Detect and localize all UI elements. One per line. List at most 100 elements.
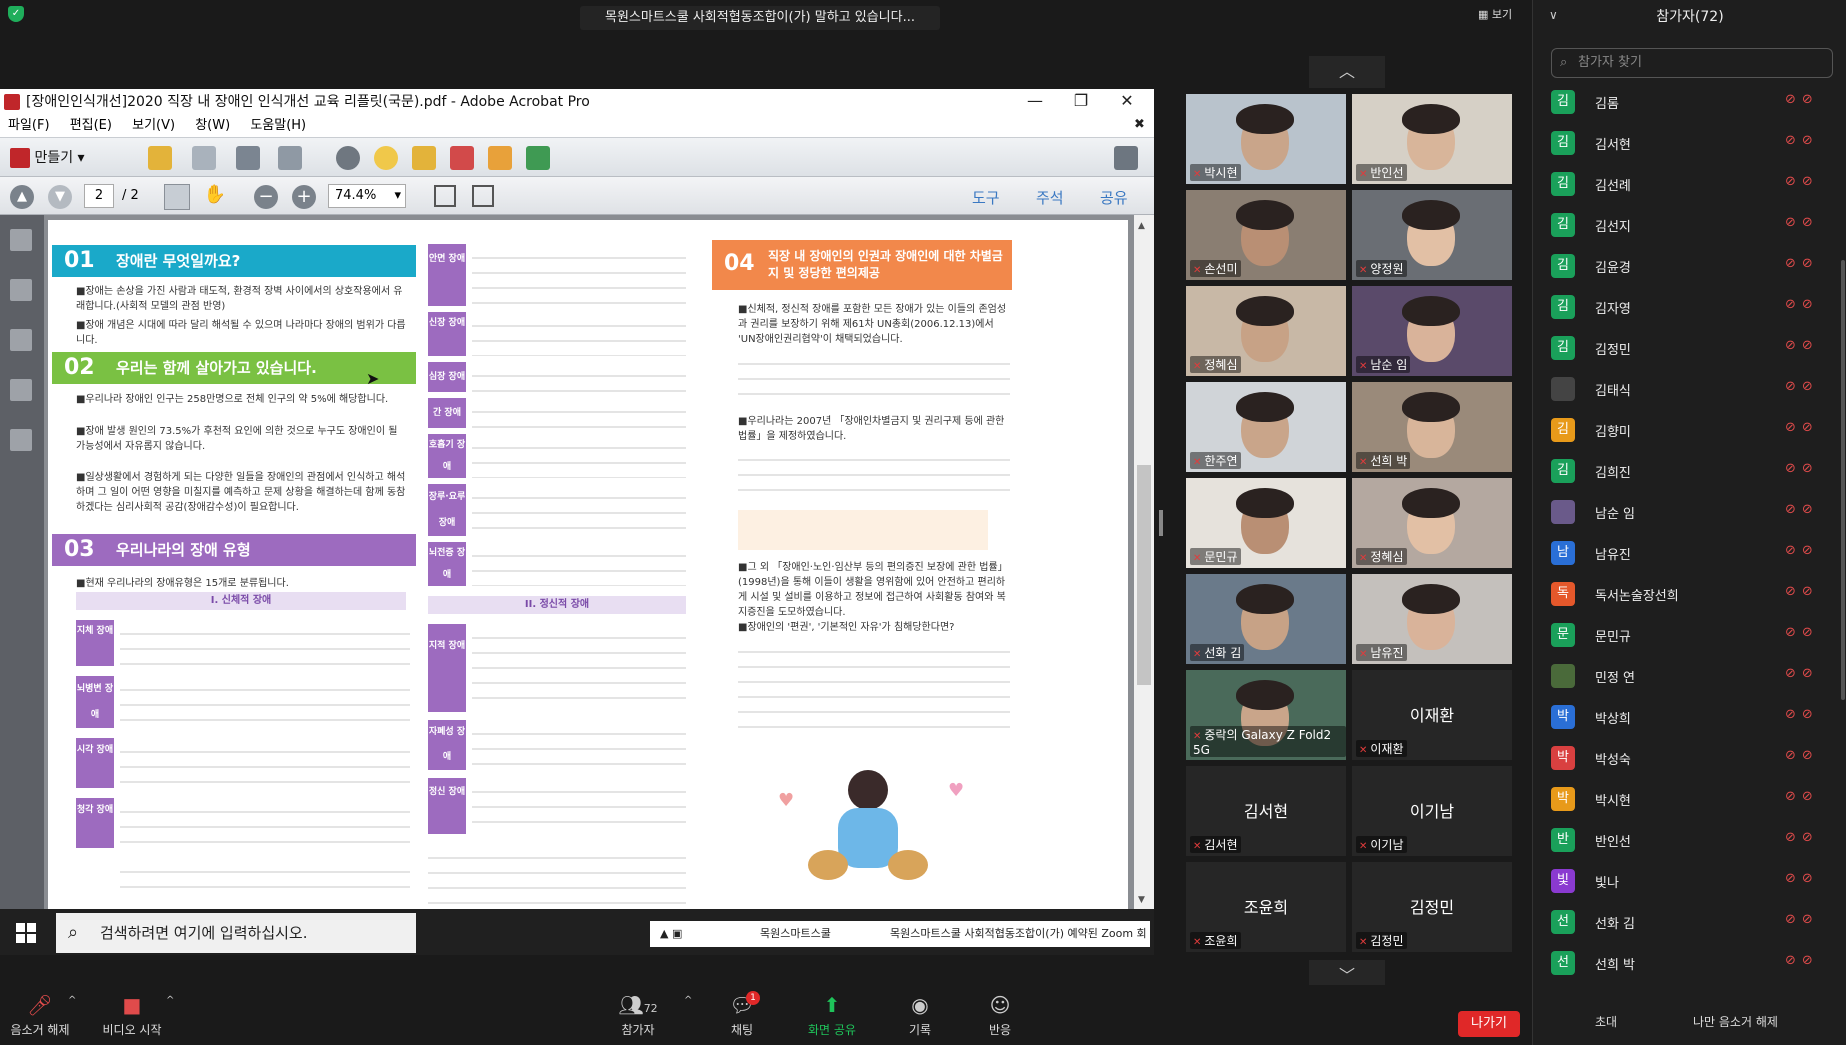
video-tile[interactable]: ✕ 선화 김 (1186, 574, 1346, 664)
page-number-input[interactable]: 2 (84, 184, 114, 208)
participant-row[interactable]: 민정 연 ⊘⊘ (1533, 656, 1833, 697)
zoom-select[interactable]: 74.4% ▾ (328, 184, 406, 208)
video-tile[interactable]: 김서현 ✕ 김서현 (1186, 766, 1346, 856)
video-tile[interactable]: 이기남 ✕ 이기남 (1352, 766, 1512, 856)
participant-row[interactable]: 김 김자영 ⊘⊘ (1533, 287, 1833, 328)
reactions-button[interactable]: ☺ 반응 (960, 993, 1040, 1038)
zoom-out-icon[interactable]: − (254, 185, 278, 209)
participant-row[interactable]: 김 김서현 ⊘⊘ (1533, 123, 1833, 164)
settings-gear-icon[interactable] (336, 146, 360, 170)
video-tile[interactable]: ✕ 문민규 (1186, 478, 1346, 568)
leave-button[interactable]: 나가기 (1458, 1011, 1520, 1037)
participant-row[interactable]: 독 독서논술장선희 ⊘⊘ (1533, 574, 1833, 615)
video-tile[interactable]: 이재환 ✕ 이재환 (1352, 670, 1512, 760)
print-icon[interactable] (236, 146, 260, 170)
close-button[interactable]: ✕ (1104, 89, 1150, 115)
save-icon[interactable] (192, 146, 216, 170)
participant-row[interactable]: 김 김선지 ⊘⊘ (1533, 205, 1833, 246)
redact-icon[interactable] (450, 146, 474, 170)
video-tile[interactable]: 조윤희 ✕ 조윤희 (1186, 862, 1346, 952)
menu-help[interactable]: 도움말(H) (250, 118, 306, 133)
video-tile[interactable]: ✕ 정혜심 (1352, 478, 1512, 568)
participant-row[interactable]: 반 반인선 ⊘⊘ (1533, 820, 1833, 861)
page-thumbnails-icon[interactable] (10, 229, 32, 251)
layers-icon[interactable] (10, 379, 32, 401)
video-tile[interactable]: 김정민 ✕ 김정민 (1352, 862, 1512, 952)
minimize-button[interactable]: — (1012, 89, 1058, 115)
participant-row[interactable]: 남 남유진 ⊘⊘ (1533, 533, 1833, 574)
video-tile[interactable]: ✕ 양정원 (1352, 190, 1512, 280)
chat-button[interactable]: 💬︎ 채팅 (702, 993, 782, 1038)
participant-row[interactable]: 김 김선례 ⊘⊘ (1533, 164, 1833, 205)
email-icon[interactable] (278, 146, 302, 170)
scroll-thumb[interactable] (1137, 465, 1151, 685)
fullscreen-icon[interactable] (1114, 146, 1138, 170)
restore-button[interactable]: ❐ (1058, 89, 1104, 115)
share-screen-button[interactable]: ⬆ 화면 공유 (792, 993, 872, 1038)
unmute-me-button[interactable]: 나만 음소거 해제 (1693, 1013, 1778, 1030)
participant-row[interactable]: 문 문민규 ⊘⊘ (1533, 615, 1833, 656)
participants-options-chevron-icon[interactable]: ^ (684, 995, 692, 1006)
video-tile[interactable]: ✕ 정혜심 (1186, 286, 1346, 376)
fit-width-icon[interactable] (472, 185, 494, 207)
comment-icon[interactable] (374, 146, 398, 170)
scroll-up-icon[interactable]: ▲ (1138, 221, 1145, 231)
comment-tab[interactable]: 주석 (1036, 187, 1064, 208)
previous-page-icon[interactable]: ▲ (10, 185, 34, 209)
view-button[interactable]: ▦ 보기 (1478, 6, 1512, 22)
fit-page-icon[interactable] (434, 185, 456, 207)
participant-row[interactable]: 박 박시현 ⊘⊘ (1533, 779, 1833, 820)
splitter-handle[interactable] (1159, 510, 1163, 536)
participant-row[interactable]: 남순 임 ⊘⊘ (1533, 492, 1833, 533)
participant-row[interactable]: 빛 빛나 ⊘⊘ (1533, 861, 1833, 902)
participant-row[interactable]: 선 선화 김 ⊘⊘ (1533, 902, 1833, 943)
video-tile[interactable]: ✕ 한주연 (1186, 382, 1346, 472)
participant-row[interactable]: 김 김윤경 ⊘⊘ (1533, 246, 1833, 287)
participant-row[interactable]: 김 김정민 ⊘⊘ (1533, 328, 1833, 369)
export-icon[interactable] (488, 146, 512, 170)
video-tile[interactable]: ✕ 반인선 (1352, 94, 1512, 184)
invite-button[interactable]: 초대 (1595, 1013, 1617, 1030)
menu-view[interactable]: 보기(V) (132, 118, 175, 133)
document-scrollbar[interactable]: ▲ ▼ (1134, 215, 1154, 909)
participant-row[interactable]: 김 김롬 ⊘⊘ (1533, 82, 1833, 123)
participants-button[interactable]: 👥︎72 참가자 (598, 993, 678, 1038)
menu-edit[interactable]: 편집(E) (70, 118, 112, 133)
record-button[interactable]: ◉ 기록 (880, 993, 960, 1038)
video-tile[interactable]: ✕ 남순 임 (1352, 286, 1512, 376)
participant-search-input[interactable]: ⌕ 참가자 찾기 (1551, 48, 1833, 78)
share-tab[interactable]: 공유 (1100, 187, 1128, 208)
participant-row[interactable]: 김태식 ⊘⊘ (1533, 369, 1833, 410)
hand-tool-icon[interactable]: ✋ (202, 184, 228, 210)
attachments-icon[interactable] (10, 329, 32, 351)
zoom-in-icon[interactable]: + (292, 185, 316, 209)
windows-search-input[interactable]: ⌕ 검색하려면 여기에 입력하십시오. (56, 913, 416, 953)
scroll-down-icon[interactable]: ▼ (1138, 895, 1145, 905)
windows-logo-icon[interactable] (16, 923, 36, 943)
tools-tab[interactable]: 도구 (972, 187, 1000, 208)
video-scroll-up-icon[interactable]: ︿ (1309, 56, 1385, 88)
participant-scrollbar[interactable] (1841, 260, 1845, 700)
security-shield-icon[interactable]: ✓ (8, 6, 24, 22)
video-tile[interactable]: ✕ 선희 박 (1352, 382, 1512, 472)
zoom-notification-bar[interactable]: ▲ ▣ 목원스마트스쿨 목원스마트스쿨 사회적협동조합이(가) 예약된 Zoom… (650, 921, 1150, 947)
participant-row[interactable]: 김 김희진 ⊘⊘ (1533, 451, 1833, 492)
video-tile[interactable]: ✕ 박시현 (1186, 94, 1346, 184)
create-button[interactable]: 만들기 ▾ (10, 146, 120, 170)
open-folder-icon[interactable] (148, 146, 172, 170)
menu-file[interactable]: 파일(F) (8, 118, 50, 133)
close-document-icon[interactable]: ✖ (1134, 117, 1145, 132)
video-tile[interactable]: ✕ 중락의 Galaxy Z Fold2 5G (1186, 670, 1346, 760)
start-video-button[interactable]: ■ 비디오 시작 (92, 993, 172, 1038)
sign-icon[interactable] (526, 146, 550, 170)
participant-row[interactable]: 김 김향미 ⊘⊘ (1533, 410, 1833, 451)
participant-row[interactable]: 박 박성숙 ⊘⊘ (1533, 738, 1833, 779)
video-tile[interactable]: ✕ 남유진 (1352, 574, 1512, 664)
signatures-icon[interactable] (10, 429, 32, 451)
video-tile[interactable]: ✕ 손선미 (1186, 190, 1346, 280)
select-tool-icon[interactable] (164, 184, 190, 210)
participant-row[interactable]: 박 박상희 ⊘⊘ (1533, 697, 1833, 738)
menu-window[interactable]: 창(W) (195, 118, 230, 133)
highlight-icon[interactable] (412, 146, 436, 170)
video-options-chevron-icon[interactable]: ^ (166, 995, 174, 1006)
